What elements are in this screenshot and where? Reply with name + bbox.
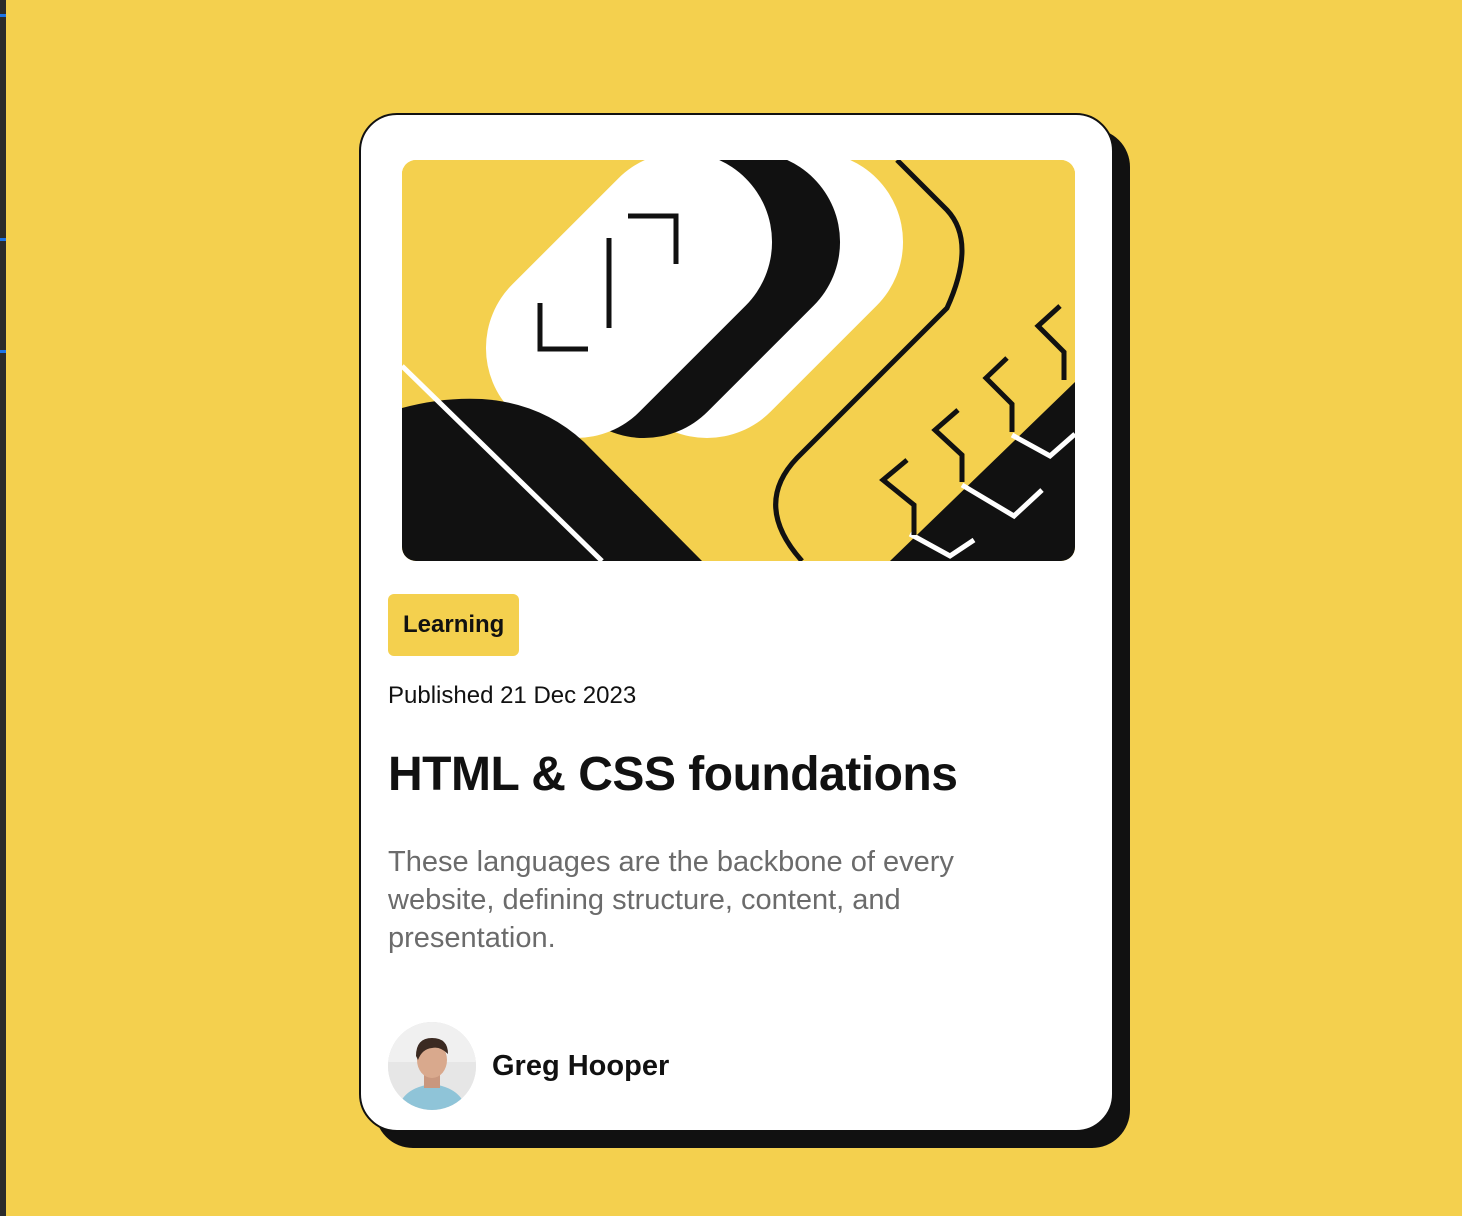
avatar-icon (388, 1022, 476, 1110)
category-tag-label: Learning (403, 611, 505, 638)
category-tag[interactable]: Learning (388, 594, 520, 656)
window-edge-strip (0, 0, 6, 1216)
edge-marker (0, 14, 6, 17)
blog-preview-card: Learning Published 21 Dec 2023 HTML & CS… (359, 113, 1114, 1132)
card-description: These languages are the backbone of ever… (388, 846, 954, 954)
author-name: Greg Hooper (492, 1049, 670, 1082)
edge-marker (0, 350, 6, 353)
edge-marker (0, 238, 6, 241)
published-date: Published 21 Dec 2023 (388, 682, 637, 709)
card-title[interactable]: HTML & CSS foundations (388, 747, 958, 802)
hero-illustration (402, 160, 1075, 561)
abstract-illustration-icon (402, 160, 1075, 561)
author: Greg Hooper (388, 1022, 669, 1110)
